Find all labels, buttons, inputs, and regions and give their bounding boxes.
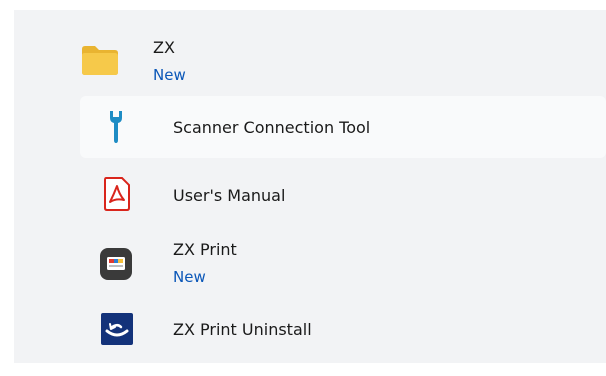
folder-label: ZX <box>153 38 175 57</box>
app-item-users-manual[interactable]: User's Manual <box>14 164 606 226</box>
app-item-scanner-connection-tool[interactable]: Scanner Connection Tool <box>14 96 606 158</box>
app-label: ZX Print <box>173 240 237 259</box>
zx-print-icon <box>98 246 134 286</box>
folder-icon <box>80 44 120 80</box>
app-item-zx-print[interactable]: ZX Print New <box>14 232 606 294</box>
start-menu-app-list: ZX New Scanner Connection Tool User's Ma… <box>14 10 606 363</box>
app-label: Scanner Connection Tool <box>173 118 371 137</box>
folder-item-zx[interactable]: ZX New <box>14 28 606 90</box>
new-badge: New <box>153 66 186 84</box>
pdf-icon <box>102 176 132 216</box>
new-badge: New <box>173 268 206 286</box>
app-label: ZX Print Uninstall <box>173 320 312 339</box>
wrench-icon <box>108 110 124 148</box>
app-item-zx-print-uninstall[interactable]: ZX Print Uninstall <box>14 300 606 358</box>
app-label: User's Manual <box>173 186 286 205</box>
uninstall-icon <box>100 312 134 350</box>
